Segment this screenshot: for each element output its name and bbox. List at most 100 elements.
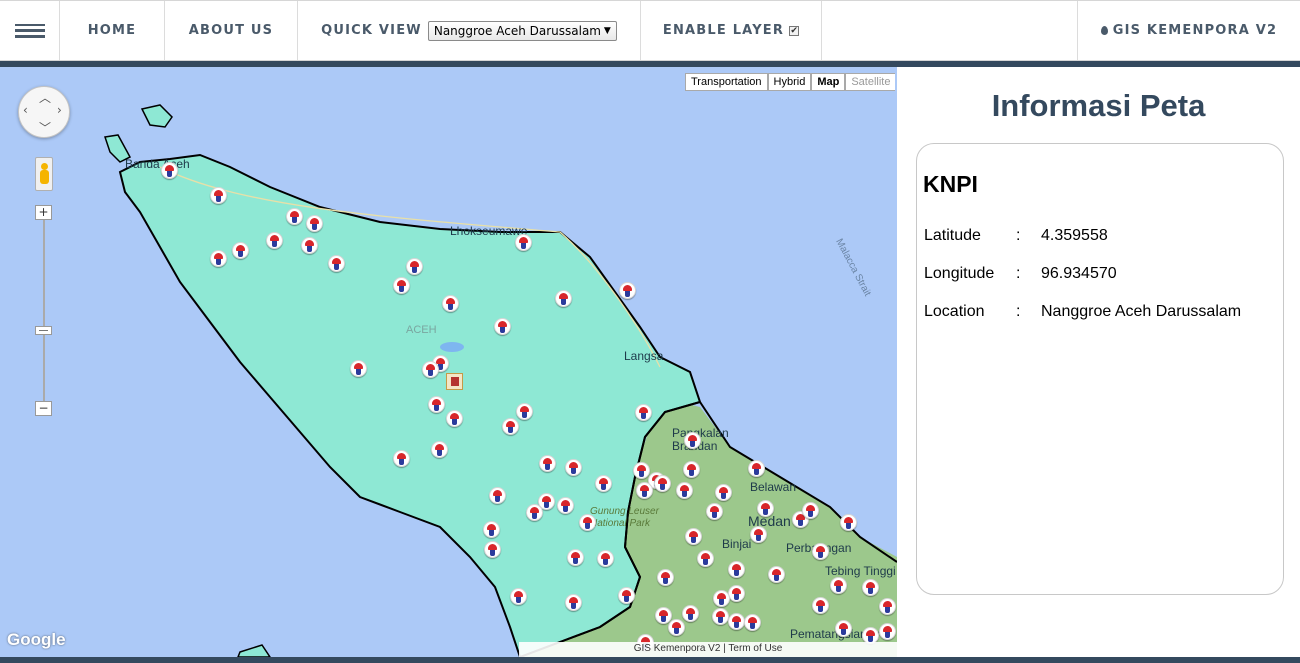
- location-marker[interactable]: [232, 242, 249, 259]
- nav-home-link[interactable]: HOME: [60, 1, 165, 60]
- location-marker[interactable]: [840, 514, 857, 531]
- location-marker[interactable]: [636, 482, 653, 499]
- location-marker[interactable]: [654, 475, 671, 492]
- location-marker[interactable]: [565, 594, 582, 611]
- dropdown-arrow-icon: ▼: [603, 25, 611, 36]
- location-marker[interactable]: [657, 569, 674, 586]
- zoom-out-button[interactable]: −: [35, 401, 52, 416]
- location-marker[interactable]: [685, 528, 702, 545]
- location-marker[interactable]: [683, 461, 700, 478]
- location-marker[interactable]: [750, 526, 767, 543]
- map-canvas[interactable]: Transportation Hybrid Map Satellite ︿ ﹀ …: [0, 67, 897, 657]
- location-marker[interactable]: [684, 432, 701, 449]
- quick-view-select[interactable]: Nanggroe Aceh Darussalam ▼: [427, 20, 617, 41]
- location-marker[interactable]: [210, 250, 227, 267]
- location-marker[interactable]: [422, 361, 439, 378]
- map-type-hybrid-button[interactable]: Hybrid: [767, 73, 812, 91]
- menu-toggle-button[interactable]: [0, 1, 60, 60]
- location-marker[interactable]: [286, 208, 303, 225]
- location-marker[interactable]: [715, 484, 732, 501]
- location-marker[interactable]: [862, 579, 879, 596]
- location-marker[interactable]: [484, 541, 501, 558]
- street-view-pegman-icon[interactable]: [35, 157, 53, 191]
- location-marker[interactable]: [748, 460, 765, 477]
- location-marker[interactable]: [633, 462, 650, 479]
- zoom-slider-track[interactable]: [43, 215, 45, 410]
- location-marker[interactable]: [713, 590, 730, 607]
- location-marker[interactable]: [812, 597, 829, 614]
- location-marker[interactable]: [668, 619, 685, 636]
- enable-layer-checkbox[interactable]: ✔: [789, 25, 800, 36]
- location-marker[interactable]: [676, 482, 693, 499]
- google-logo: Google: [7, 630, 66, 649]
- pan-up-icon[interactable]: ︿: [39, 89, 51, 106]
- location-marker[interactable]: [555, 290, 572, 307]
- map-type-map-button[interactable]: Map: [811, 73, 846, 91]
- location-marker[interactable]: [483, 521, 500, 538]
- zoom-slider-thumb[interactable]: [35, 326, 52, 335]
- location-marker[interactable]: [301, 237, 318, 254]
- location-marker[interactable]: [757, 500, 774, 517]
- location-marker[interactable]: [768, 566, 785, 583]
- location-marker[interactable]: [744, 614, 761, 631]
- location-marker[interactable]: [489, 487, 506, 504]
- location-marker[interactable]: [697, 550, 714, 567]
- map-type-satellite-button[interactable]: Satellite: [845, 73, 896, 91]
- location-marker[interactable]: [567, 549, 584, 566]
- location-marker[interactable]: [306, 215, 323, 232]
- location-marker[interactable]: [728, 613, 745, 630]
- location-marker[interactable]: [161, 162, 178, 179]
- location-marker[interactable]: [510, 588, 527, 605]
- brand-link[interactable]: GIS KEMENPORA V2: [1078, 1, 1300, 60]
- info-card: KNPI Latitude : 4.359558 Longitude : 96.…: [916, 143, 1284, 595]
- location-marker[interactable]: [565, 459, 582, 476]
- location-marker[interactable]: [393, 450, 410, 467]
- map-footer[interactable]: GIS Kemenpora V2 | Term of Use: [519, 642, 897, 657]
- location-marker[interactable]: [393, 277, 410, 294]
- location-marker[interactable]: [706, 503, 723, 520]
- location-marker[interactable]: [557, 497, 574, 514]
- location-marker[interactable]: [442, 295, 459, 312]
- location-marker[interactable]: [539, 455, 556, 472]
- location-marker[interactable]: [210, 187, 227, 204]
- location-marker[interactable]: [406, 258, 423, 275]
- location-marker[interactable]: [515, 234, 532, 251]
- location-marker[interactable]: [802, 502, 819, 519]
- location-marker[interactable]: [431, 441, 448, 458]
- location-marker[interactable]: [428, 396, 445, 413]
- pan-down-icon[interactable]: ﹀: [39, 119, 51, 136]
- map-type-transportation-button[interactable]: Transportation: [685, 73, 768, 91]
- location-marker[interactable]: [328, 255, 345, 272]
- pan-right-icon[interactable]: ›: [57, 103, 62, 117]
- location-marker[interactable]: [494, 318, 511, 335]
- info-row-key: Longitude: [924, 265, 995, 282]
- nav-about-link[interactable]: ABOUT US: [165, 1, 298, 60]
- info-row-separator: :: [1016, 303, 1021, 320]
- location-marker[interactable]: [830, 577, 847, 594]
- location-marker[interactable]: [350, 360, 367, 377]
- location-marker[interactable]: [595, 475, 612, 492]
- location-marker[interactable]: [597, 550, 614, 567]
- location-marker[interactable]: [266, 232, 283, 249]
- location-marker[interactable]: [446, 410, 463, 427]
- location-marker[interactable]: [619, 282, 636, 299]
- regional-office-marker[interactable]: [446, 373, 463, 390]
- location-marker[interactable]: [835, 620, 852, 637]
- location-marker[interactable]: [879, 623, 896, 640]
- zoom-in-button[interactable]: +: [35, 205, 52, 220]
- location-marker[interactable]: [579, 514, 596, 531]
- info-row-key: Location: [924, 303, 985, 320]
- pan-control[interactable]: ︿ ﹀ ‹ ›: [18, 86, 70, 138]
- location-marker[interactable]: [516, 403, 533, 420]
- location-marker[interactable]: [712, 608, 729, 625]
- location-marker[interactable]: [728, 561, 745, 578]
- location-marker[interactable]: [618, 587, 635, 604]
- location-marker[interactable]: [526, 504, 543, 521]
- location-marker[interactable]: [635, 404, 652, 421]
- location-marker[interactable]: [728, 585, 745, 602]
- location-marker[interactable]: [682, 605, 699, 622]
- pan-left-icon[interactable]: ‹: [23, 103, 28, 117]
- location-marker[interactable]: [502, 418, 519, 435]
- location-marker[interactable]: [812, 543, 829, 560]
- location-marker[interactable]: [879, 598, 896, 615]
